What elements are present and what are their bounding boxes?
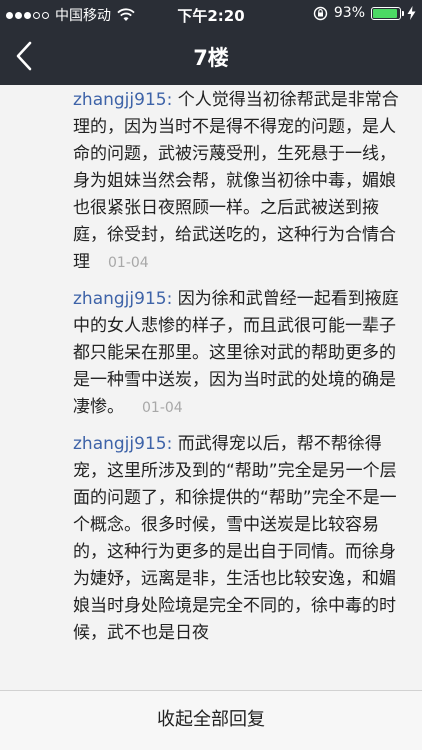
page-title: 7楼 xyxy=(193,46,229,70)
battery-icon xyxy=(371,6,404,20)
reply-text: 而武得宠以后，帮不帮徐得宠，这里所涉及到的“帮助”完全是另一个层面的问题了，和徐… xyxy=(73,434,397,643)
reply-username[interactable]: zhangjj915 xyxy=(73,289,167,309)
bottom-bar: 收起全部回复 xyxy=(0,690,422,750)
reply-detail-page: 中国移动 下午2:20 93% 7楼 zhangjj915: 个人觉得当初徐帮武… xyxy=(0,0,422,750)
reply-text: 个人觉得当初徐帮武是非常合理的，因为当时不是得不得宠的问题，是人命的问题，武被污… xyxy=(73,90,399,272)
header: 中国移动 下午2:20 93% 7楼 xyxy=(0,0,422,85)
replies-list: zhangjj915: 个人觉得当初徐帮武是非常合理的，因为当时不是得不得宠的问… xyxy=(0,85,422,690)
reply-username[interactable]: zhangjj915 xyxy=(73,90,167,110)
battery-fill xyxy=(373,8,398,18)
reply-item: zhangjj915: 个人觉得当初徐帮武是非常合理的，因为当时不是得不得宠的问… xyxy=(73,87,408,277)
reply-date: 01-04 xyxy=(142,400,183,416)
navigation-bar: 7楼 xyxy=(0,28,422,85)
collapse-all-replies-button[interactable]: 收起全部回复 xyxy=(0,691,422,750)
reply-item: zhangjj915: 因为徐和武曾经一起看到掖庭中的女人悲惨的样子，而且武很可… xyxy=(73,286,408,422)
battery-percent: 93% xyxy=(333,5,365,21)
reply-date: 01-04 xyxy=(108,255,149,271)
status-right: 93% xyxy=(313,5,416,21)
battery-tip xyxy=(402,10,404,16)
status-bar: 中国移动 下午2:20 93% xyxy=(0,0,422,28)
rotation-lock-icon xyxy=(313,6,328,20)
charging-bolt-icon xyxy=(407,6,416,20)
reply-item: zhangjj915: 而武得宠以后，帮不帮徐得宠，这里所涉及到的“帮助”完全是… xyxy=(73,431,408,647)
reply-username[interactable]: zhangjj915 xyxy=(73,434,167,454)
